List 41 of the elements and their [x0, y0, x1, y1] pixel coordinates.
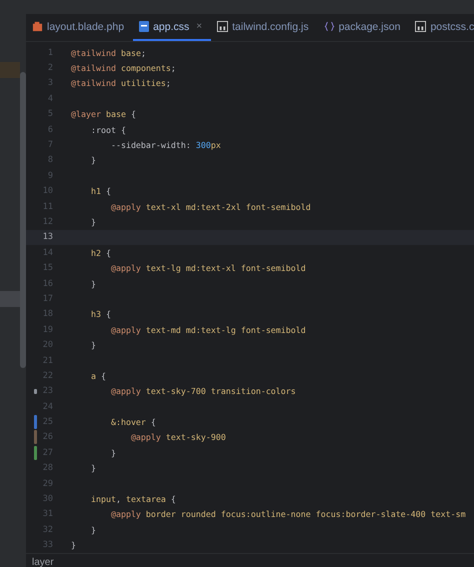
scrollbar-thumb[interactable] [20, 72, 26, 368]
file-tab[interactable]: app.css × [133, 14, 212, 41]
file-tab[interactable]: layout.blade.php [26, 14, 134, 41]
sidebar-selection [0, 291, 20, 307]
code-line: @tailwind base; [71, 48, 146, 58]
code-line: } [90, 155, 96, 166]
code-line: :root { [90, 124, 126, 135]
code-line: } [90, 216, 96, 227]
code-line: @tailwind components; [71, 63, 176, 74]
css-file-icon [139, 21, 150, 32]
code-line: } [71, 540, 76, 550]
braces-icon [324, 21, 335, 32]
code-line: h1 { [90, 186, 111, 196]
code-line: } [110, 448, 116, 458]
code-line: } [90, 340, 96, 350]
code-line: h2 { [90, 248, 111, 258]
code-line: a { [90, 370, 106, 381]
code-line: @apply text-md md:text-lg font-semibold [110, 324, 306, 335]
script-file-icon [415, 21, 426, 32]
code-line: &:hover { [110, 417, 156, 428]
code-line: @tailwind utilities; [71, 78, 171, 88]
blade-file-icon [32, 21, 43, 32]
script-file-icon [217, 21, 228, 32]
file-tab[interactable]: tailwind.config.js [211, 14, 318, 41]
file-tab[interactable]: package.json [318, 14, 410, 41]
code-line: input, textarea { [90, 494, 176, 504]
sidebar-highlight [0, 62, 20, 78]
code-line: @apply border rounded focus:outline-none focus:border-slate-400 text-sm [110, 509, 466, 520]
code-line: } [90, 278, 96, 289]
code-line: --sidebar-width: 300px [110, 140, 221, 150]
code-line: } [90, 463, 96, 474]
code-line: @apply text-lg md:text-xl font-semibold [110, 263, 306, 274]
close-icon[interactable]: × [196, 21, 202, 32]
code-line: @apply text-xl md:text-2xl font-semibold [110, 202, 311, 212]
line-number: 13 [42, 232, 53, 242]
code-line: } [90, 524, 96, 535]
code-line: @apply text-sky-700 transition-colors [110, 386, 296, 396]
code-line: @apply text-sky-900 [130, 432, 226, 442]
file-tab[interactable]: postcss.c [409, 14, 474, 41]
code-line: h3 { [90, 309, 111, 320]
code-line: @layer base { [71, 109, 136, 120]
